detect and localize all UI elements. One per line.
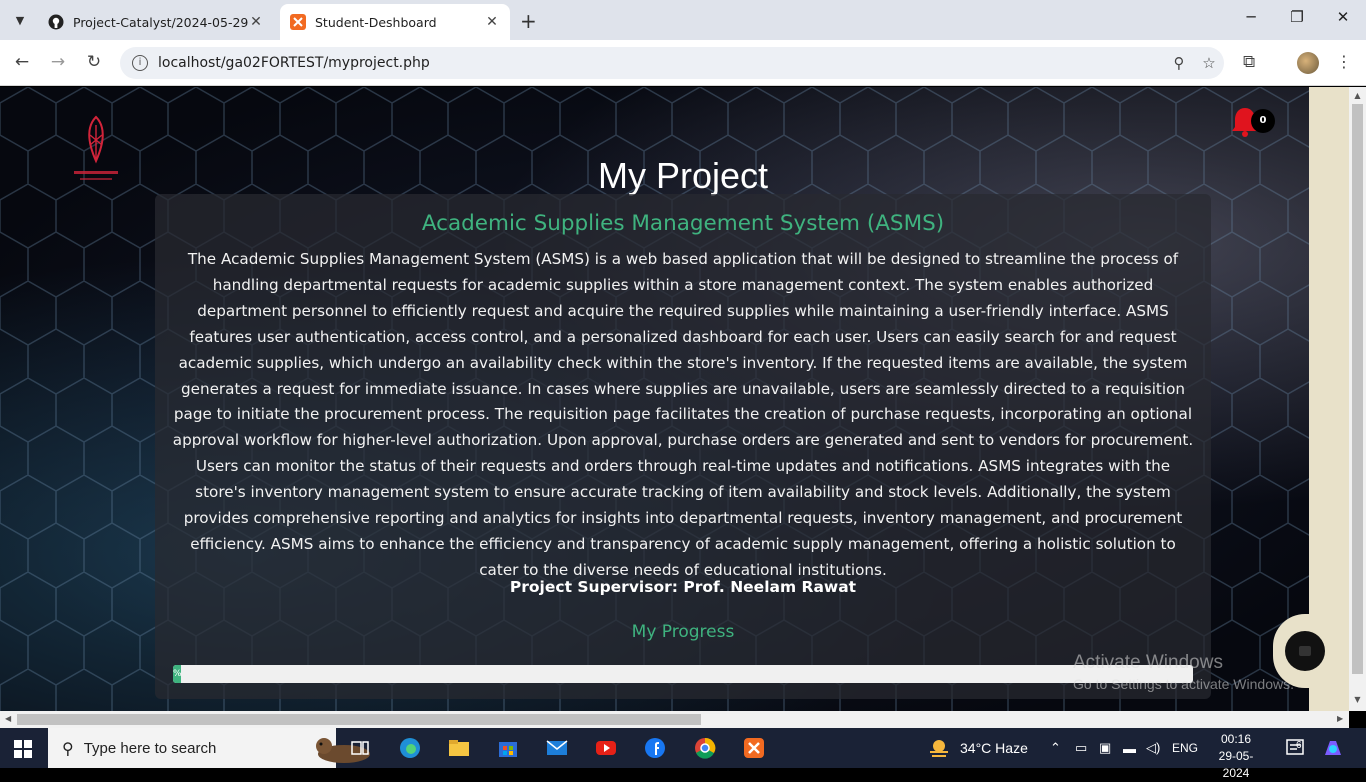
action-center-icon[interactable] — [1284, 737, 1306, 759]
network-icon[interactable]: ▣ — [1099, 728, 1111, 768]
chrome-icon[interactable] — [694, 737, 716, 759]
file-explorer-icon[interactable] — [448, 737, 470, 759]
search-placeholder[interactable]: Type here to search — [84, 740, 217, 757]
copilot-icon[interactable] — [1322, 737, 1344, 759]
scroll-up-arrow-icon[interactable]: ▲ — [1349, 91, 1366, 100]
volume-icon[interactable]: ◁) — [1146, 728, 1160, 768]
close-tab-icon[interactable]: ✕ — [248, 14, 264, 30]
edge-browser-icon[interactable] — [399, 737, 421, 759]
project-supervisor: Project Supervisor: Prof. Neelam Rawat — [509, 578, 857, 596]
xampp-taskbar-icon[interactable] — [743, 737, 765, 759]
weather-text[interactable]: 34°C Haze — [960, 728, 1028, 768]
activate-windows-watermark: Activate Windows Go to Settings to activ… — [1073, 652, 1294, 692]
tab-student-dashboard[interactable]: Student-Deshboard ✕ — [280, 4, 510, 40]
progress-label: My Progress — [631, 622, 735, 642]
url-text[interactable]: localhost/ga02FORTEST/myproject.php — [158, 55, 1164, 71]
tab-project-catalyst[interactable]: Project-Catalyst/2024-05-29.pn ✕ — [38, 4, 274, 40]
notification-badge: 6 — [1296, 739, 1302, 751]
progress-bar: % — [173, 665, 1193, 683]
tab-search-icon[interactable]: ▼ — [8, 8, 32, 32]
project-title: Academic Supplies Management System (ASM… — [421, 211, 945, 236]
facebook-icon[interactable] — [644, 737, 666, 759]
horizontal-scroll-thumb[interactable] — [17, 714, 701, 725]
mail-icon[interactable] — [546, 737, 568, 759]
page-viewport: 0 My Project Academic Supplies Managemen… — [0, 87, 1349, 711]
minimize-button[interactable]: ─ — [1228, 8, 1274, 26]
windows-taskbar: ⚲ Type here to search 34°C Haze ⌃ ▭ ▣ ▬ … — [0, 728, 1366, 780]
maximize-button[interactable]: ❐ — [1274, 8, 1320, 26]
xampp-icon — [290, 14, 306, 30]
system-clock[interactable]: 00:16 29-05-2024 — [1206, 731, 1266, 782]
back-arrow-icon[interactable]: ← — [11, 52, 33, 72]
search-icon: ⚲ — [62, 738, 74, 758]
chat-button[interactable] — [1273, 614, 1337, 688]
tab-title: Project-Catalyst/2024-05-29.pn — [73, 14, 248, 30]
scroll-left-arrow-icon[interactable]: ◀ — [5, 714, 11, 723]
zoom-icon[interactable]: ⚲ — [1164, 54, 1194, 72]
taskbar-search-box[interactable]: ⚲ Type here to search — [48, 728, 370, 768]
tab-title: Student-Deshboard — [315, 14, 437, 30]
github-icon — [48, 14, 64, 30]
microsoft-store-icon[interactable] — [497, 737, 519, 759]
weather-haze-icon[interactable] — [928, 737, 950, 759]
language-indicator[interactable]: ENG — [1172, 728, 1198, 768]
reload-icon[interactable]: ↻ — [83, 52, 105, 72]
new-tab-button[interactable]: + — [520, 9, 537, 33]
clock-time: 00:16 — [1220, 732, 1252, 746]
forward-arrow-icon[interactable]: → — [47, 52, 69, 72]
bookmark-star-icon[interactable]: ☆ — [1194, 54, 1224, 72]
horizontal-scrollbar[interactable]: ◀ ▶ — [0, 711, 1349, 728]
close-tab-icon[interactable]: ✕ — [484, 14, 500, 30]
battery-icon[interactable]: ▬ — [1123, 728, 1136, 768]
watermark-line-1: Activate Windows — [1073, 652, 1223, 673]
vertical-scroll-thumb[interactable] — [1352, 104, 1363, 674]
watermark-line-2: Go to Settings to activate Windows. — [1073, 676, 1294, 692]
site-info-icon[interactable]: i — [132, 55, 148, 71]
project-description: The Academic Supplies Management System … — [172, 250, 1194, 579]
progress-fill: % — [173, 665, 182, 683]
page-title: My Project — [597, 155, 769, 196]
meet-now-icon[interactable]: ▭ — [1075, 728, 1087, 768]
task-view-icon[interactable] — [349, 737, 371, 759]
project-card: Academic Supplies Management System (ASM… — [155, 194, 1211, 699]
browser-tab-bar: ▼ Project-Catalyst/2024-05-29.pn ✕ Stude… — [0, 0, 1366, 40]
clock-date: 29-05-2024 — [1218, 749, 1254, 780]
scroll-down-arrow-icon[interactable]: ▼ — [1349, 695, 1366, 704]
close-window-button[interactable]: ✕ — [1320, 8, 1366, 26]
extensions-icon[interactable]: ⧉ — [1243, 52, 1255, 72]
address-bar-row: ← → ↻ i localhost/ga02FORTEST/myproject.… — [0, 40, 1366, 86]
vertical-scrollbar[interactable]: ▲ ▼ — [1349, 87, 1366, 711]
show-hidden-icons-chevron-icon[interactable]: ⌃ — [1050, 728, 1061, 768]
omnibox[interactable]: i localhost/ga02FORTEST/myproject.php ⚲ … — [120, 47, 1224, 79]
menu-kebab-icon[interactable]: ⋮ — [1336, 52, 1352, 71]
windows-start-icon[interactable] — [14, 740, 32, 758]
notification-count-badge[interactable]: 0 — [1251, 109, 1275, 133]
chat-icon[interactable] — [1285, 631, 1325, 671]
scroll-right-arrow-icon[interactable]: ▶ — [1337, 714, 1343, 723]
youtube-icon[interactable] — [595, 737, 617, 759]
profile-avatar[interactable] — [1297, 52, 1319, 74]
